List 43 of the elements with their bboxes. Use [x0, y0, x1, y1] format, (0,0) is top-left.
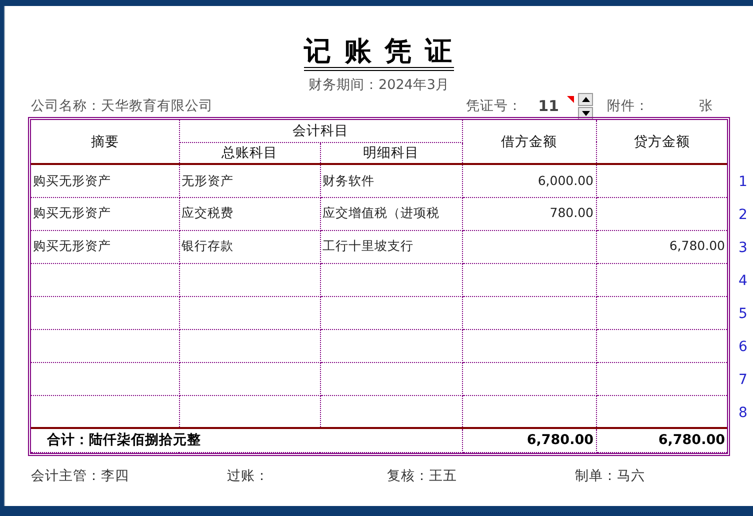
- voucher-title: 记 账 凭 证: [304, 36, 454, 72]
- signature-field: 制单：马六: [575, 466, 715, 486]
- column-header: 借方金额: [462, 120, 596, 164]
- line-number: 8: [738, 404, 748, 424]
- voucher-number: 11: [538, 96, 559, 118]
- line-number: 2: [738, 206, 748, 226]
- line-number: 1: [738, 173, 748, 192]
- column-header: 摘要: [31, 120, 179, 164]
- line-number: 3: [738, 239, 748, 258]
- signature-field: 过账：: [227, 466, 387, 486]
- table-cell: 购买无形资产: [33, 238, 111, 254]
- signature-field: 会计主管：李四: [31, 466, 227, 486]
- voucher-number-label: 凭证号：: [466, 97, 522, 116]
- table-cell: 6,000.00: [538, 172, 594, 188]
- table-cell: 应交增值税（进项税: [322, 205, 440, 220]
- column-header: 会计科目: [179, 120, 462, 142]
- decrement-button[interactable]: [578, 106, 593, 120]
- line-number: 5: [738, 305, 748, 324]
- table-cell: 购买无形资产: [33, 205, 111, 220]
- comment-marker-icon: [567, 96, 574, 104]
- column-header: 贷方金额: [596, 120, 727, 164]
- table-cell: 780.00: [550, 205, 594, 220]
- total-label: 合计：陆仟柒佰捌拾元整: [47, 432, 201, 448]
- line-number: 6: [738, 338, 748, 358]
- table-cell: 银行存款: [182, 238, 234, 254]
- table-cell: 购买无形资产: [33, 172, 111, 188]
- down-triangle-icon: [582, 110, 590, 116]
- line-number: 4: [738, 272, 748, 292]
- increment-button[interactable]: [578, 92, 593, 106]
- accounting-period: 财务期间：2024年3月: [308, 76, 450, 96]
- table-cell: 财务软件: [322, 172, 374, 188]
- up-triangle-icon: [582, 96, 590, 102]
- table-cell: 应交税费: [182, 205, 234, 220]
- table-cell: 6,780.00: [669, 238, 725, 254]
- table-cell: 工行十里坡支行: [322, 238, 414, 254]
- total-credit: 6,780.00: [658, 432, 725, 448]
- attachments-label: 附件：: [607, 97, 649, 116]
- table-cell: 无形资产: [182, 172, 234, 188]
- total-debit: 6,780.00: [526, 432, 594, 448]
- line-number: 7: [738, 371, 748, 390]
- signature-field: 复核：王五: [387, 466, 575, 486]
- attachments-unit: 张: [699, 97, 713, 116]
- company-name: 公司名称：天华教育有限公司: [31, 97, 213, 116]
